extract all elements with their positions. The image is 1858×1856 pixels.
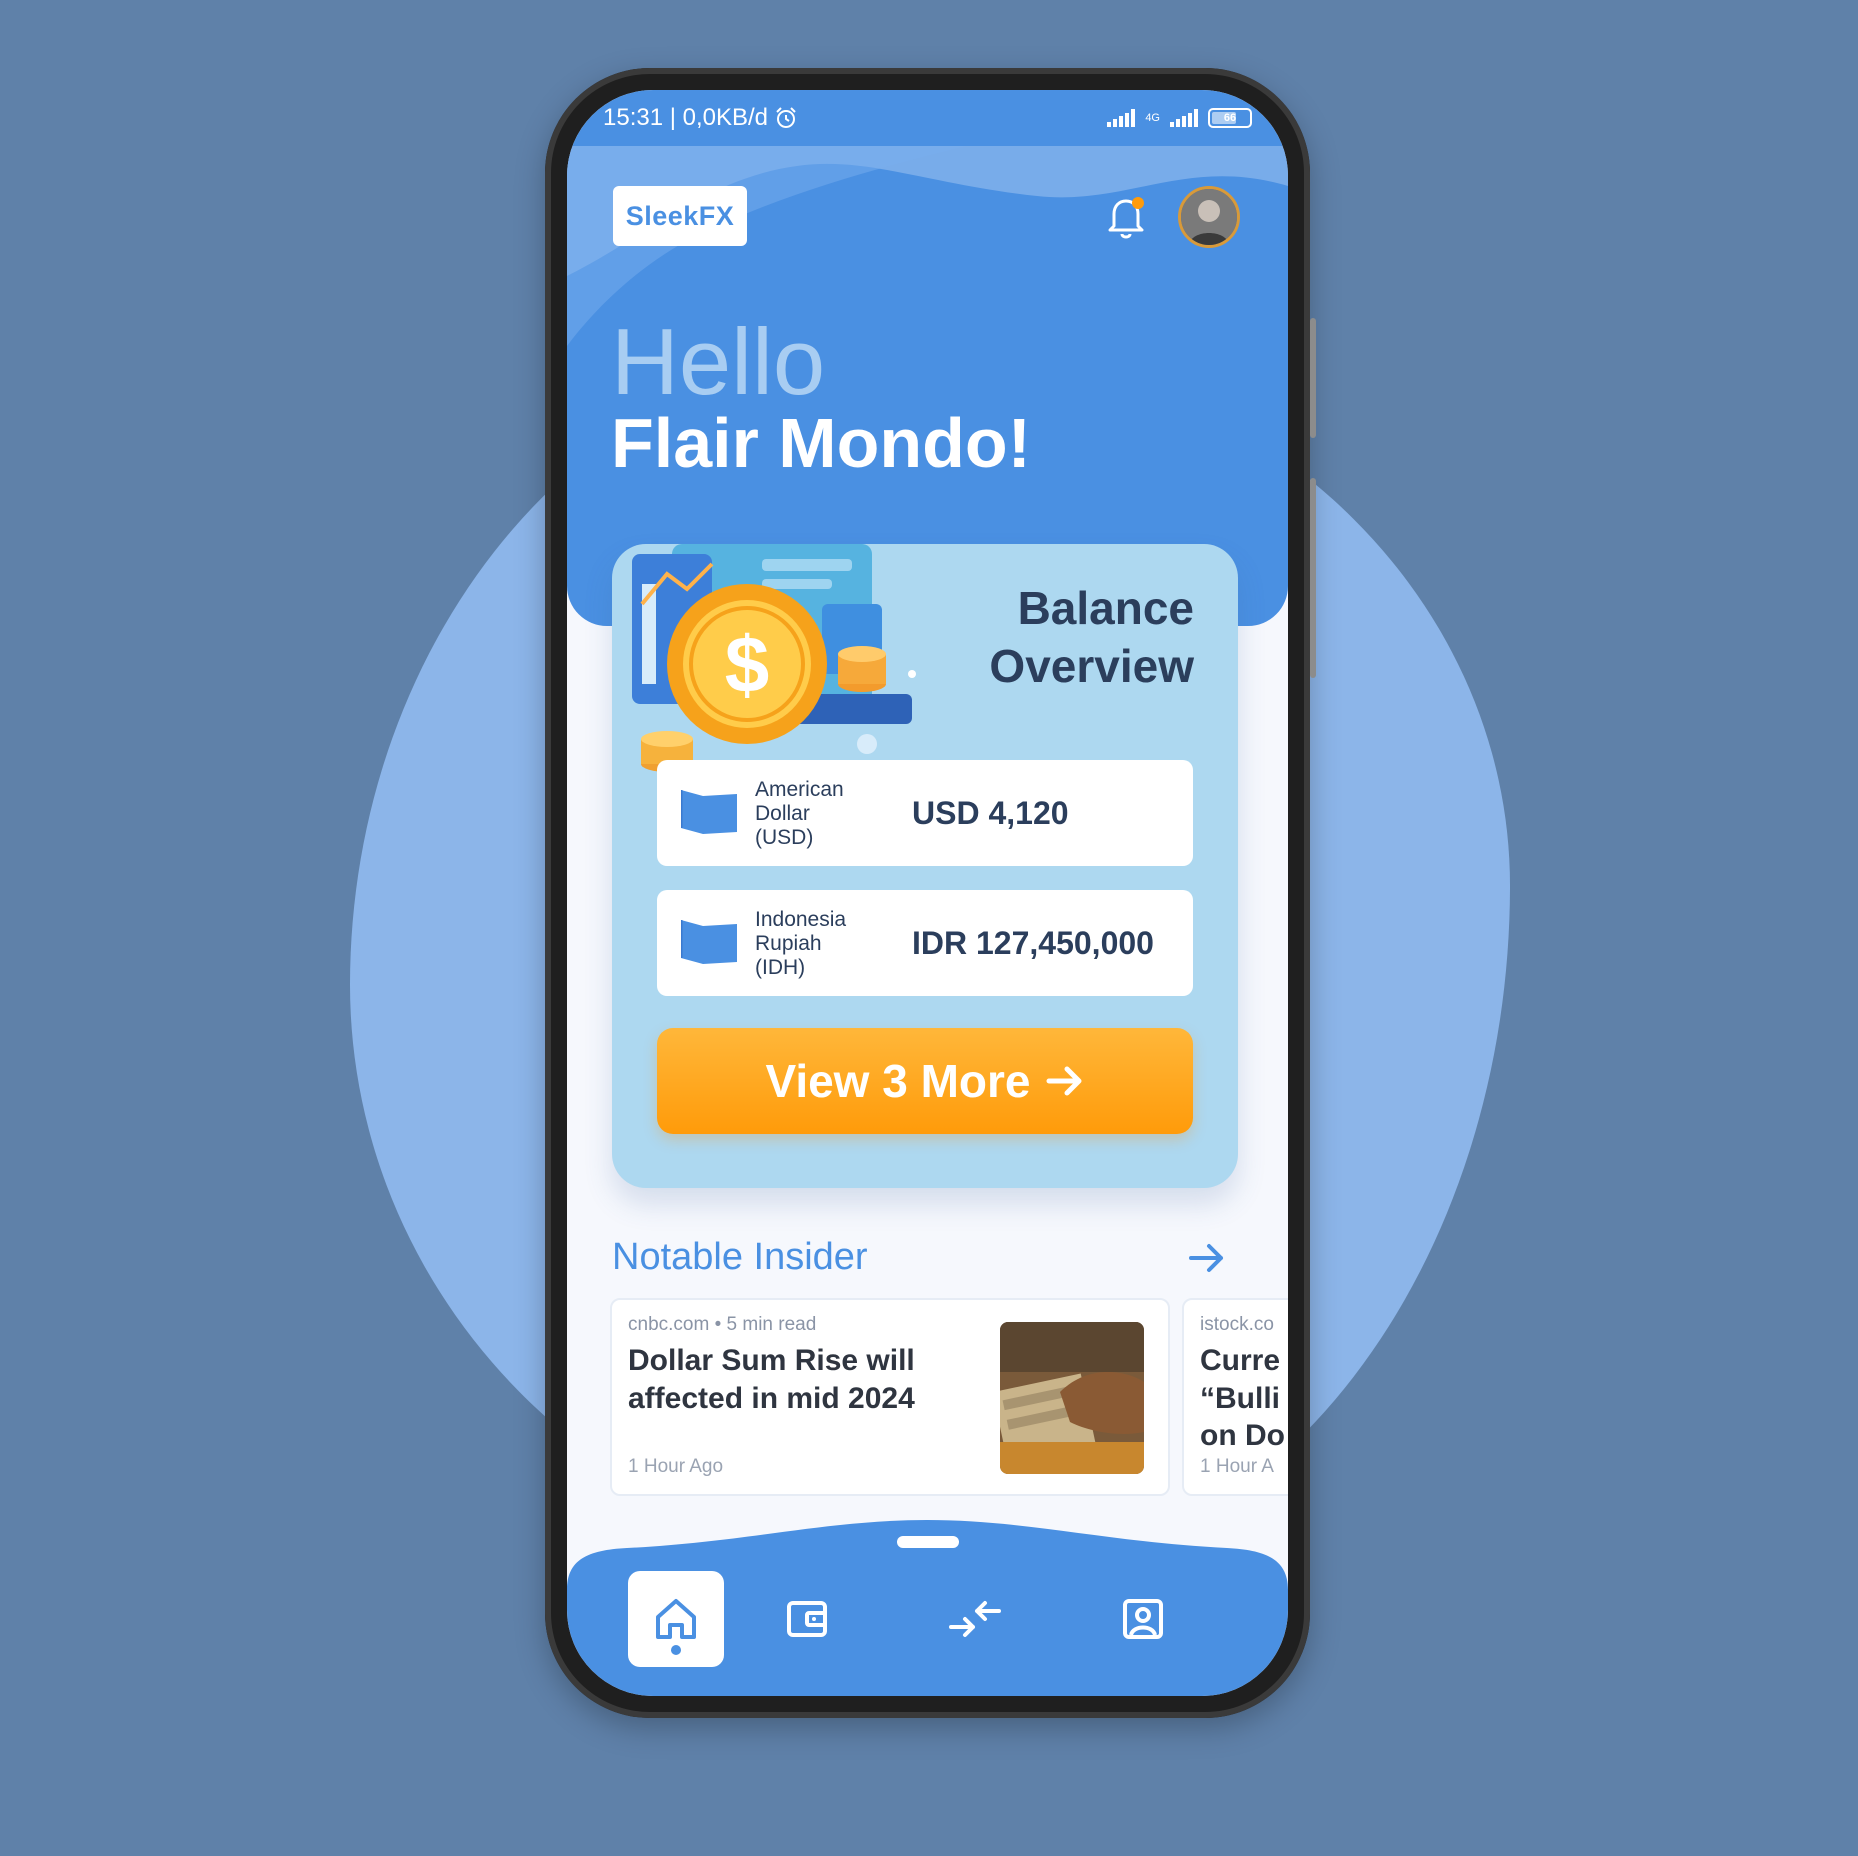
- currency-name: American Dollar (USD): [755, 778, 844, 850]
- status-bar: 15:31 | 0,0KB/d 4G 66: [567, 90, 1288, 146]
- news-time: 1 Hour A: [1200, 1456, 1274, 1477]
- currency-value: IDR 127,450,000: [912, 925, 1154, 961]
- home-icon: [656, 1599, 696, 1639]
- nav-profile[interactable]: [1095, 1571, 1191, 1667]
- flag-icon: [681, 920, 737, 964]
- profile-icon: [1123, 1599, 1163, 1639]
- currency-name: Indonesia Rupiah (IDH): [755, 908, 847, 980]
- power-button: [1310, 318, 1316, 438]
- battery-icon: 66: [1208, 108, 1252, 128]
- svg-text:$: $: [725, 620, 770, 709]
- news-meta: cnbc.com • 5 min read: [628, 1314, 817, 1335]
- phone-frame: 15:31 | 0,0KB/d 4G 66 SleekFX Hello Flai…: [545, 68, 1316, 1718]
- balance-title: Balance Overview: [989, 580, 1194, 695]
- flag-icon: [681, 790, 737, 834]
- greeting-hello: Hello: [611, 309, 826, 414]
- news-card[interactable]: istock.co Curre “Bulli on Do 1 Hour A: [1182, 1298, 1288, 1496]
- notable-insider-title: Notable Insider: [612, 1236, 868, 1278]
- news-meta: istock.co: [1200, 1314, 1274, 1335]
- alarm-icon: [776, 107, 796, 128]
- network-type: 4G: [1145, 111, 1160, 124]
- signal-2-icon: [1170, 109, 1198, 127]
- nav-wallet[interactable]: [759, 1571, 855, 1667]
- balance-title-line2: Overview: [989, 639, 1194, 692]
- see-all-arrow-icon[interactable]: [1187, 1240, 1227, 1276]
- user-name: Flair Mondo!: [611, 404, 1031, 482]
- money-photo-thumbnail: [1000, 1322, 1144, 1474]
- status-time: 15:31 | 0,0KB/d: [603, 104, 769, 131]
- app-screen: 15:31 | 0,0KB/d 4G 66 SleekFX Hello Flai…: [567, 90, 1288, 1696]
- view-more-label: View 3 More: [765, 1055, 1031, 1107]
- currency-row-usd[interactable]: American Dollar (USD) USD 4,120: [657, 760, 1193, 866]
- currency-value: USD 4,120: [912, 795, 1069, 831]
- news-title: Curre “Bulli on Do: [1200, 1344, 1285, 1452]
- balance-title-line1: Balance: [1017, 582, 1194, 634]
- notification-bell-icon[interactable]: [1104, 192, 1148, 242]
- nav-drag-handle[interactable]: [897, 1536, 959, 1548]
- logo-text: SleekFX: [625, 200, 735, 231]
- arrow-right-icon: [1046, 1066, 1082, 1096]
- news-title: Dollar Sum Rise will affected in mid 202…: [628, 1344, 915, 1415]
- exchange-icon: [949, 1601, 1001, 1637]
- view-more-button[interactable]: View 3 More: [657, 1028, 1193, 1134]
- news-time: 1 Hour Ago: [628, 1456, 724, 1477]
- signal-icon: [1107, 109, 1136, 127]
- nav-home[interactable]: [628, 1571, 724, 1667]
- app-logo[interactable]: SleekFX: [613, 186, 747, 246]
- coin-illustration-icon: $: [632, 544, 916, 772]
- balance-overview-card: $ Balance Overview American Dollar (USD)…: [612, 544, 1238, 1188]
- currency-row-idr[interactable]: Indonesia Rupiah (IDH) IDR 127,450,000: [657, 890, 1193, 996]
- user-avatar[interactable]: [1178, 186, 1240, 248]
- news-card[interactable]: cnbc.com • 5 min read Dollar Sum Rise wi…: [610, 1298, 1170, 1496]
- wallet-icon: [787, 1601, 827, 1637]
- active-indicator: [671, 1645, 681, 1655]
- volume-button: [1310, 478, 1316, 678]
- nav-exchange[interactable]: [927, 1571, 1023, 1667]
